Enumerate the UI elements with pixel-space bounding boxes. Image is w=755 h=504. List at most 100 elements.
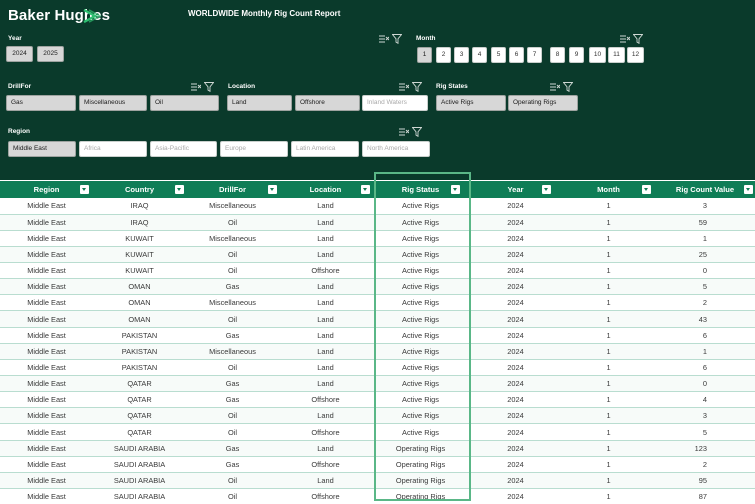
column-header-month[interactable]: Month (562, 181, 655, 198)
year-option-2025[interactable]: 2025 (37, 46, 64, 62)
region-option-europe[interactable]: Europe (220, 141, 288, 157)
clear-selections-icon[interactable] (399, 82, 409, 92)
month-option-7[interactable]: 7 (527, 47, 542, 63)
table-row[interactable]: Middle East KUWAIT Oil Offshore Active Rigs 2… (0, 262, 755, 280)
location-slicer-actions (399, 81, 422, 93)
column-header-location[interactable]: Location (279, 181, 372, 198)
region-option-north-america[interactable]: North America (362, 141, 430, 157)
clear-selections-icon[interactable] (379, 34, 389, 44)
clear-selections-icon[interactable] (620, 34, 630, 44)
region-option-latin-america[interactable]: Latin America (291, 141, 359, 157)
month-option-2[interactable]: 2 (436, 47, 451, 63)
drillfor-cell: Gas (186, 278, 279, 296)
drillfor-option-gas[interactable]: Gas (6, 95, 76, 111)
country-cell: PAKISTAN (93, 343, 186, 360)
rig-status-cell: Active Rigs (372, 262, 469, 280)
drillfor-option-miscellaneous[interactable]: Miscellaneous (79, 95, 147, 111)
clear-selections-icon[interactable] (191, 82, 201, 92)
month-option-1[interactable]: 1 (417, 47, 432, 63)
column-header-region[interactable]: Region (0, 181, 93, 198)
month-option-4[interactable]: 4 (472, 47, 487, 63)
location-option-inland-waters[interactable]: Inland Waters (362, 95, 428, 111)
column-header-year[interactable]: Year (469, 181, 562, 198)
table-row[interactable]: Middle East SAUDI ARABIA Gas Offshore Operat… (0, 456, 755, 473)
column-header-rig-status[interactable]: Rig Status (372, 181, 469, 198)
table-row[interactable]: Middle East OMAN Miscellaneous Land Active R… (0, 294, 755, 312)
sort-dropdown-icon[interactable] (744, 185, 753, 194)
table-row[interactable]: Middle East QATAR Oil Land Active Rigs 2024 1 3 (0, 407, 755, 425)
sort-dropdown-icon[interactable] (542, 185, 551, 194)
rig-states-option-active[interactable]: Active Rigs (436, 95, 506, 111)
table-row[interactable]: Middle East OMAN Gas Land Active Rigs 2024 1 5 (0, 278, 755, 296)
month-cell: 1 (562, 440, 655, 457)
table-row[interactable]: Middle East KUWAIT Miscellaneous Land Active… (0, 230, 755, 247)
drillfor-option-oil[interactable]: Oil (150, 95, 219, 111)
table-row[interactable]: Middle East KUWAIT Oil Land Active Rigs 2024 1… (0, 246, 755, 264)
rig-count-value-cell: 3 (655, 407, 755, 425)
month-option-5[interactable]: 5 (491, 47, 506, 63)
column-header-drillfor[interactable]: DrillFor (186, 181, 279, 198)
month-option-12[interactable]: 12 (627, 47, 644, 63)
rig-count-value-cell: 123 (655, 440, 755, 457)
location-cell: Land (279, 440, 372, 457)
filter-icon[interactable] (633, 34, 643, 44)
month-cell: 1 (562, 375, 655, 393)
table-row[interactable]: Middle East QATAR Oil Offshore Active Rigs 20… (0, 423, 755, 441)
sort-dropdown-icon[interactable] (80, 185, 89, 194)
region-option-middle-east[interactable]: Middle East (8, 141, 76, 157)
table-row[interactable]: Middle East PAKISTAN Gas Land Active Rigs 202… (0, 327, 755, 344)
table-row[interactable]: Middle East OMAN Oil Land Active Rigs 2024 1 43 (0, 310, 755, 328)
table-row[interactable]: Middle East PAKISTAN Miscellaneous Land Acti… (0, 343, 755, 360)
month-cell: 1 (562, 327, 655, 344)
filter-icon[interactable] (563, 82, 573, 92)
rig-status-cell: Active Rigs (372, 375, 469, 393)
drillfor-cell: Oil (186, 472, 279, 490)
month-option-10[interactable]: 10 (589, 47, 606, 63)
table-row[interactable]: Middle East SAUDI ARABIA Gas Land Operating … (0, 440, 755, 457)
filter-icon[interactable] (204, 82, 214, 92)
month-option-6[interactable]: 6 (509, 47, 524, 63)
sort-dropdown-icon[interactable] (451, 185, 460, 194)
filter-icon[interactable] (412, 127, 422, 137)
month-cell: 1 (562, 488, 655, 504)
table-row[interactable]: Middle East PAKISTAN Oil Land Active Rigs 202… (0, 359, 755, 377)
month-option-8[interactable]: 8 (550, 47, 565, 63)
location-option-land[interactable]: Land (227, 95, 292, 111)
filter-icon[interactable] (392, 34, 402, 44)
table-row[interactable]: Middle East QATAR Gas Land Active Rigs 2024 1 0 (0, 375, 755, 393)
month-option-3[interactable]: 3 (454, 47, 469, 63)
location-cell: Land (279, 214, 372, 231)
region-option-africa[interactable]: Africa (79, 141, 147, 157)
clear-selections-icon[interactable] (550, 82, 560, 92)
country-cell: KUWAIT (93, 230, 186, 247)
rig-states-option-operating[interactable]: Operating Rigs (508, 95, 578, 111)
location-cell: Land (279, 294, 372, 312)
table-row[interactable]: Middle East SAUDI ARABIA Oil Land Operating … (0, 472, 755, 490)
clear-selections-icon[interactable] (399, 127, 409, 137)
sort-dropdown-icon[interactable] (175, 185, 184, 194)
country-cell: PAKISTAN (93, 359, 186, 377)
column-header-country[interactable]: Country (93, 181, 186, 198)
month-option-11[interactable]: 11 (608, 47, 625, 63)
table-row[interactable]: Middle East IRAQ Oil Land Active Rigs 2024 1 59 (0, 214, 755, 231)
month-option-9[interactable]: 9 (569, 47, 584, 63)
location-option-offshore[interactable]: Offshore (295, 95, 360, 111)
year-cell: 2024 (469, 246, 562, 264)
sort-dropdown-icon[interactable] (268, 185, 277, 194)
rig-states-slicer-actions (550, 81, 573, 93)
sort-dropdown-icon[interactable] (361, 185, 370, 194)
table-row[interactable]: Middle East SAUDI ARABIA Oil Offshore Operat… (0, 488, 755, 504)
country-cell: IRAQ (93, 198, 186, 215)
year-option-2024[interactable]: 2024 (6, 46, 33, 62)
column-header-rig-count-value[interactable]: Rig Count Value (655, 181, 755, 198)
rig-count-value-cell: 5 (655, 278, 755, 296)
table-row[interactable]: Middle East IRAQ Miscellaneous Land Active R… (0, 198, 755, 215)
rig-count-value-cell: 5 (655, 423, 755, 441)
drillfor-cell: Gas (186, 456, 279, 473)
year-cell: 2024 (469, 278, 562, 296)
table-row[interactable]: Middle East QATAR Gas Offshore Active Rigs 20… (0, 391, 755, 409)
filter-icon[interactable] (412, 82, 422, 92)
region-option-asia-pacific[interactable]: Asia-Pacific (150, 141, 217, 157)
year-slicer-label: Year (8, 35, 22, 42)
sort-dropdown-icon[interactable] (642, 185, 651, 194)
